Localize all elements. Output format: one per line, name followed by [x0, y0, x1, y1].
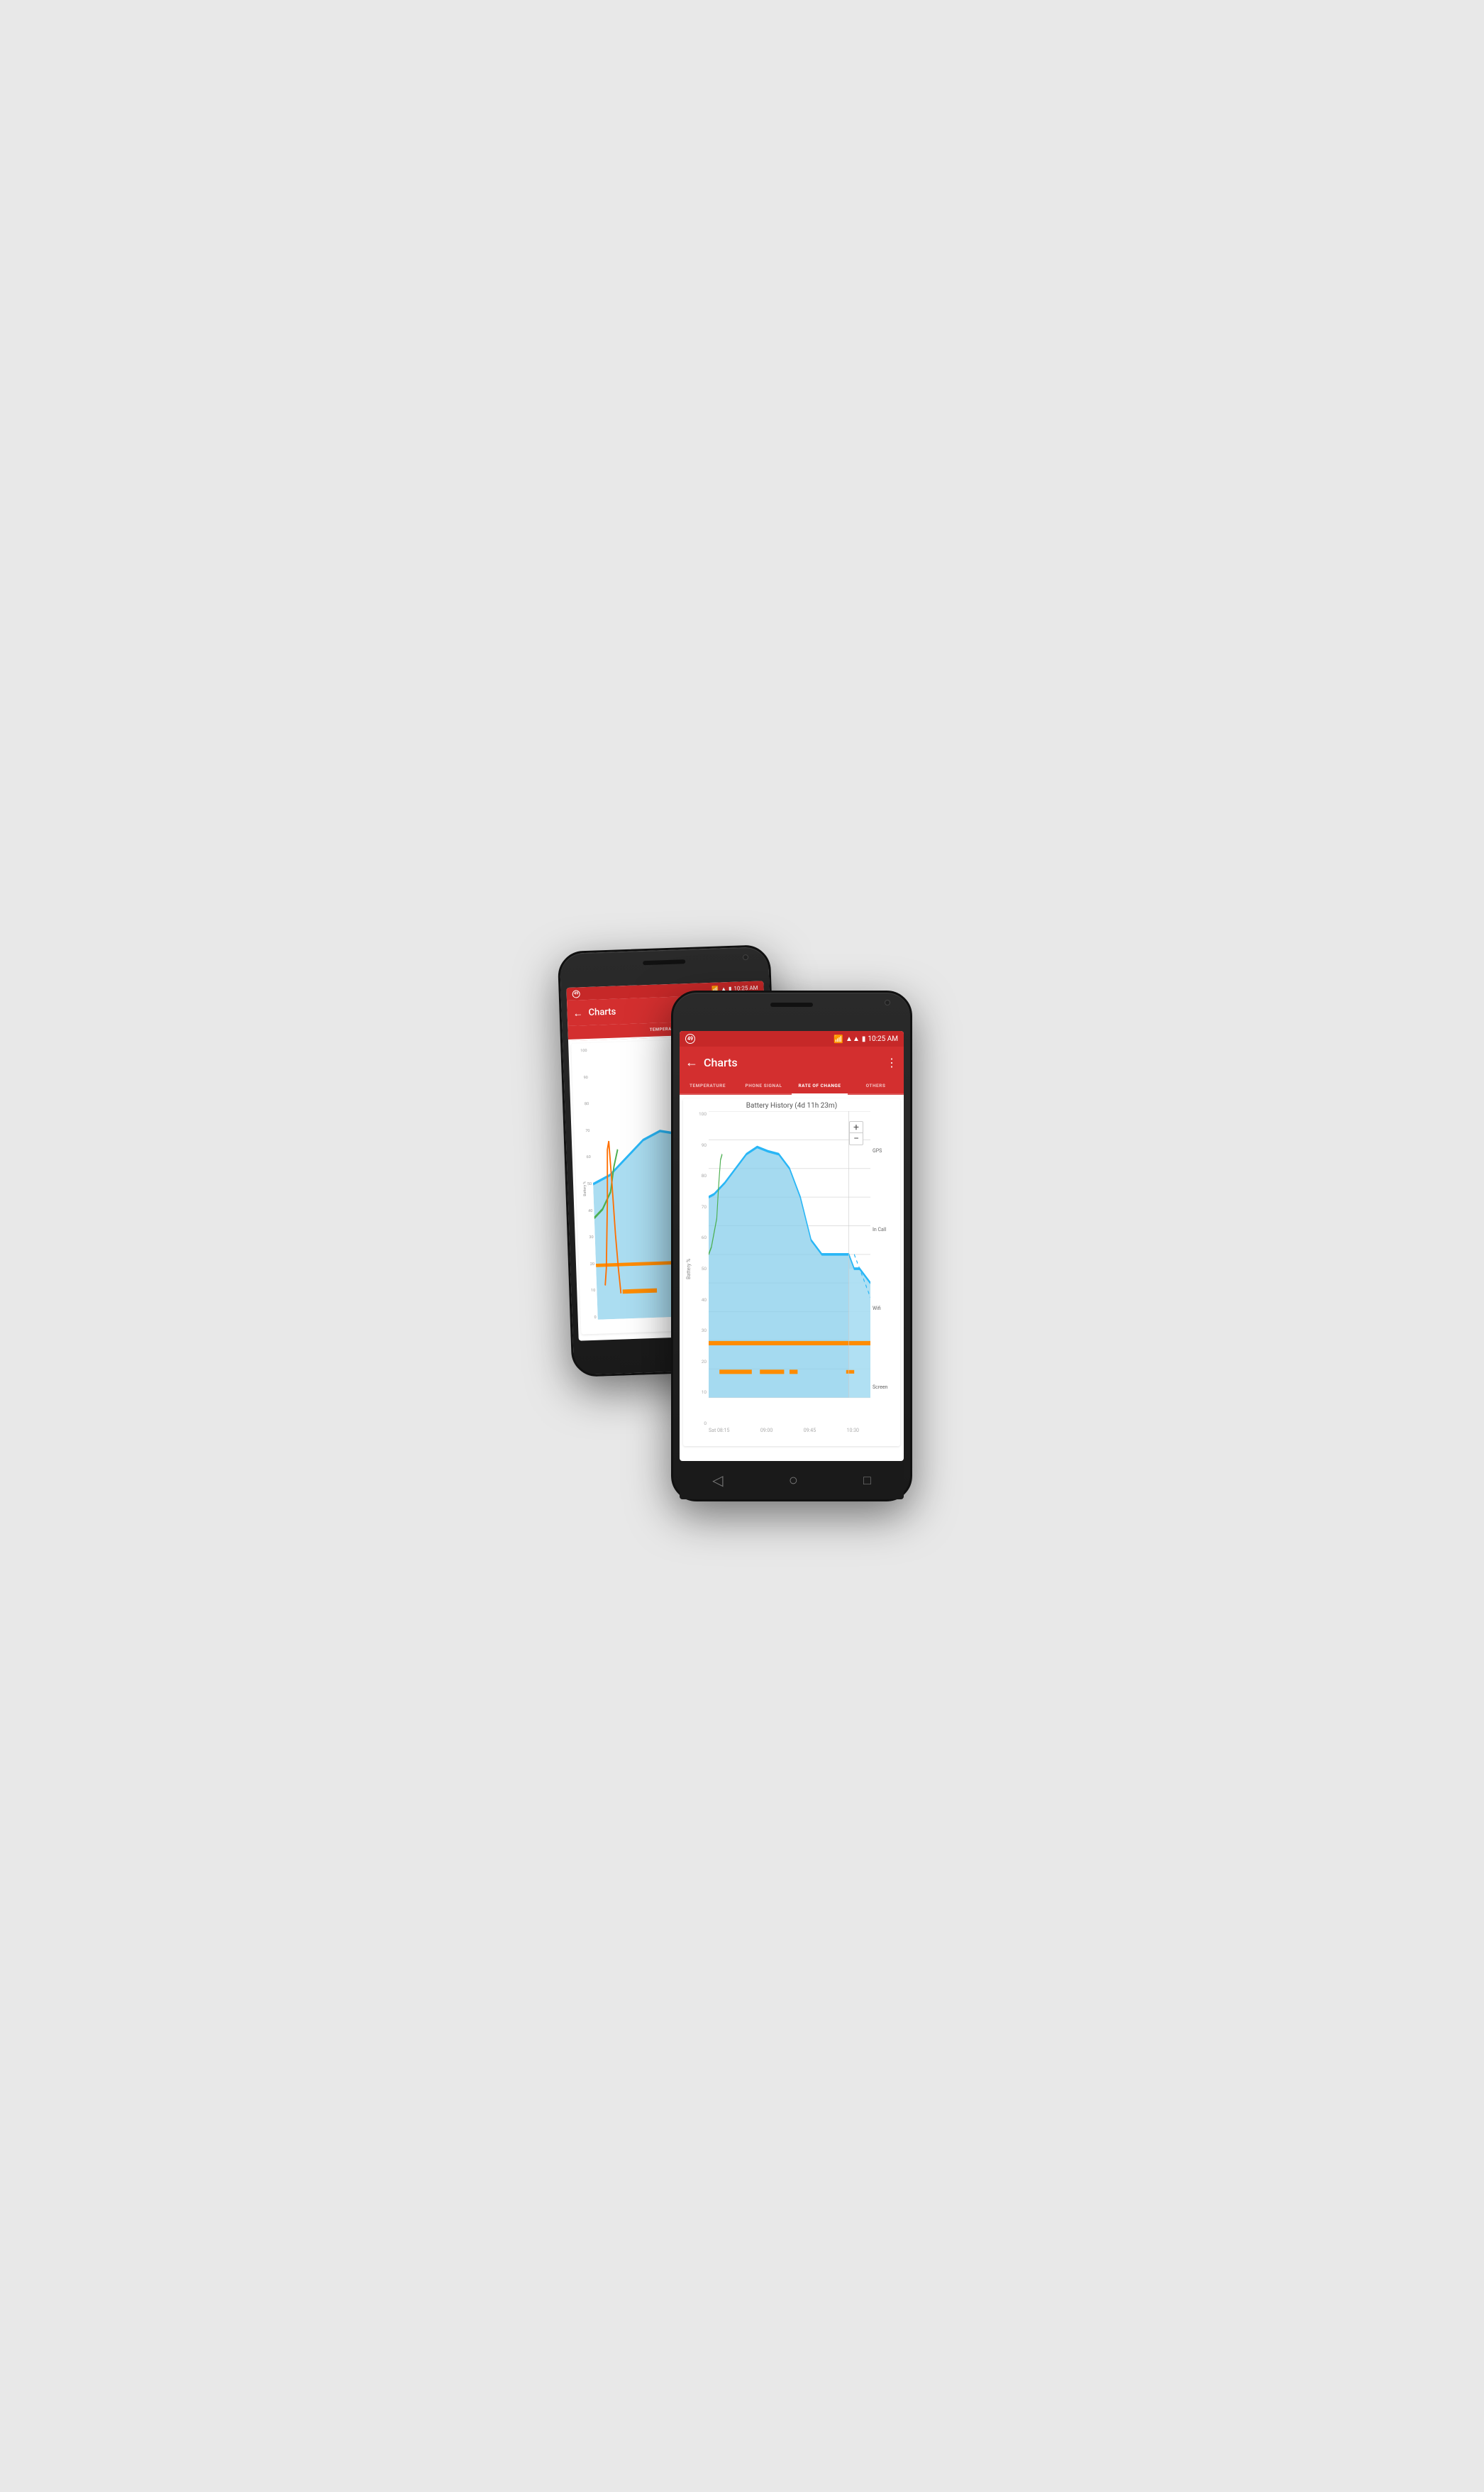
y-ticks-front: 0 10 20 30 40 50 60 70 80 90 100	[694, 1111, 709, 1426]
y-label-front: Battery %	[686, 1111, 694, 1426]
status-left-front: 49	[685, 1034, 695, 1044]
tabs-front: TEMPERATURE PHONE SIGNAL RATE OF CHANGE …	[680, 1078, 904, 1095]
legend-wifi: Wifi	[873, 1306, 897, 1311]
camera-back	[743, 954, 748, 960]
toolbar-front: ← Charts ⋮	[680, 1047, 904, 1078]
legend-screen: Screen	[873, 1384, 897, 1390]
scene: 49 📶 ▲ ▮ 10:25 AM ← Charts ⋮ TEMPERATURE	[558, 934, 926, 1558]
status-bar-front: 49 📶 ▲▲ ▮ 10:25 AM	[680, 1031, 904, 1047]
main-chart-svg	[709, 1111, 870, 1426]
chart-body: Battery % 0 10 20 30 40 50 60 70 80 90 1…	[683, 1111, 900, 1426]
time-front: 10:25 AM	[868, 1035, 898, 1043]
legend-incall: In Call	[873, 1227, 897, 1233]
battery-icon-front: ▮	[862, 1035, 866, 1043]
back-button-front[interactable]: ←	[685, 1055, 698, 1070]
nav-recent-icon-front[interactable]: □	[863, 1473, 871, 1488]
zoom-in-button[interactable]: +	[850, 1122, 863, 1133]
x-label-0: Sat 08:15	[709, 1428, 729, 1433]
tab-others-front[interactable]: OTHERS	[848, 1078, 904, 1095]
y-label-back: Battery %	[582, 1181, 587, 1196]
nav-back-icon-front[interactable]: ◁	[712, 1472, 723, 1489]
back-button-back[interactable]: ←	[572, 1007, 583, 1019]
plot-area-front	[709, 1111, 870, 1426]
x-label-2: 09:45	[804, 1428, 816, 1433]
x-label-3: 10:30	[847, 1428, 859, 1433]
toolbar-title-front: Charts	[704, 1056, 880, 1069]
x-axis-front: Sat 08:15 09:00 09:45 10:30	[683, 1426, 900, 1435]
app-icon-front: 49	[685, 1034, 695, 1044]
chart-container-front: Battery History (4d 11h 23m) + − Battery…	[683, 1098, 900, 1446]
status-right-front: 📶 ▲▲ ▮ 10:25 AM	[834, 1035, 898, 1044]
status-left-back: 49	[572, 990, 580, 998]
nav-bar-front: ◁ ○ □	[680, 1461, 904, 1499]
phone-front: 49 📶 ▲▲ ▮ 10:25 AM ← Charts ⋮ TEMPERATUR…	[671, 991, 912, 1501]
speaker-back	[643, 959, 685, 965]
speaker-front	[770, 1003, 813, 1007]
zoom-controls-front: + −	[849, 1121, 863, 1145]
chart-title-front: Battery History (4d 11h 23m)	[683, 1098, 900, 1111]
legend-gps: GPS	[873, 1148, 897, 1154]
chart-legend-right: GPS In Call Wifi Screen	[870, 1111, 897, 1426]
more-button-front[interactable]: ⋮	[886, 1056, 898, 1069]
wifi-icon-front: 📶	[834, 1035, 843, 1044]
screen-front: 49 📶 ▲▲ ▮ 10:25 AM ← Charts ⋮ TEMPERATUR…	[680, 1031, 904, 1461]
camera-front	[885, 1000, 890, 1005]
tab-temperature-front[interactable]: TEMPERATURE	[680, 1078, 736, 1095]
zoom-out-button[interactable]: −	[850, 1133, 863, 1145]
tab-phone-signal-front[interactable]: PHONE SIGNAL	[736, 1078, 792, 1095]
nav-home-icon-front[interactable]: ○	[789, 1471, 798, 1489]
signal-icon-front: ▲▲	[846, 1035, 860, 1043]
app-icon-back: 49	[572, 990, 580, 998]
tab-rate-of-change-front[interactable]: RATE OF CHANGE	[792, 1078, 848, 1095]
x-label-1: 09:00	[760, 1428, 773, 1433]
